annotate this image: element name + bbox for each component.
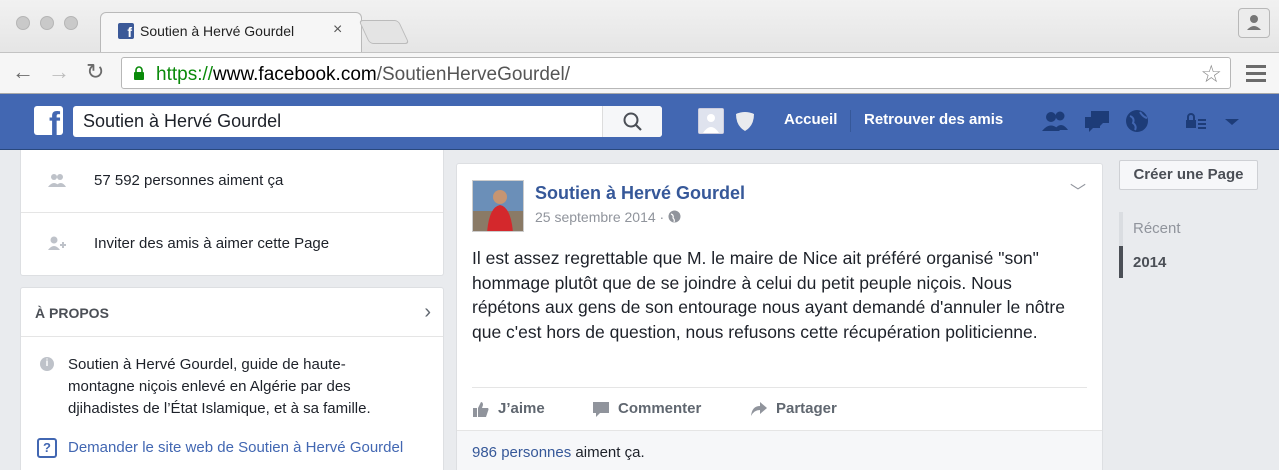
maximize-window-button[interactable] (64, 16, 78, 30)
search-input-value: Soutien à Hervé Gourdel (83, 111, 282, 131)
close-tab-icon[interactable]: × (333, 21, 342, 39)
url-text: https://www.facebook.com/SoutienHerveGou… (156, 64, 570, 85)
timeline-item-recent[interactable]: Récent (1133, 220, 1181, 237)
person-icon (1247, 15, 1261, 30)
nav-divider (850, 110, 851, 132)
friend-requests-icon[interactable] (1041, 108, 1069, 134)
facebook-top-bar: f Soutien à Hervé Gourdel Accueil Retrou… (0, 94, 1279, 150)
people-icon (48, 174, 66, 187)
search-button[interactable] (602, 106, 662, 137)
page-stats-card: 57 592 personnes aiment ça Inviter des a… (20, 150, 444, 276)
chevron-right-icon[interactable]: › (424, 301, 431, 324)
post-likes-footer: 986 personnes aiment ça. (457, 430, 1102, 470)
share-button[interactable]: Partager (776, 400, 837, 417)
person-icon (699, 109, 723, 133)
bookmark-star-icon[interactable]: ☆ (1200, 60, 1222, 89)
invite-friends-row[interactable]: Inviter des amis à aimer cette Page (21, 212, 443, 274)
timeline-item-2014[interactable]: 2014 (1133, 254, 1166, 271)
post-actions-bar: J’aime Commenter Partager (472, 387, 1087, 429)
post-text: Il est assez regrettable que M. le maire… (472, 248, 1065, 342)
add-person-icon (48, 236, 66, 250)
lock-icon (134, 66, 144, 80)
post-author-name[interactable]: Soutien à Hervé Gourdel (535, 183, 745, 204)
back-icon[interactable]: ← (12, 61, 34, 83)
comment-icon (593, 402, 609, 417)
post-card: Soutien à Hervé Gourdel 25 septembre 201… (456, 163, 1103, 470)
post-likes-link[interactable]: 986 personnes (472, 444, 571, 461)
forward-icon[interactable]: → (48, 61, 70, 83)
nav-find-friends-link[interactable]: Retrouver des amis (864, 111, 1003, 128)
help-icon: ? (37, 438, 57, 458)
tab-title: Soutien à Hervé Gourdel (140, 23, 295, 39)
notifications-globe-icon[interactable] (1123, 108, 1151, 134)
comment-button[interactable]: Commenter (618, 400, 701, 417)
share-arrow-icon (751, 402, 767, 416)
nav-home-link[interactable]: Accueil (784, 111, 837, 128)
facebook-favicon-icon: f (118, 23, 134, 39)
like-button[interactable]: J’aime (498, 400, 545, 417)
about-description: Soutien à Hervé Gourdel, guide de haute-… (68, 356, 371, 417)
post-author-avatar[interactable] (472, 180, 524, 232)
invite-friends-text: Inviter des amis à aimer cette Page (94, 235, 330, 252)
timeline-nav: Récent 2014 (1119, 212, 1259, 278)
menu-icon[interactable] (1246, 65, 1266, 83)
browser-chrome: f Soutien à Hervé Gourdel × ← → ↻ https:… (0, 0, 1279, 94)
address-bar[interactable]: https://www.facebook.com/SoutienHerveGou… (121, 57, 1231, 89)
about-title: À PROPOS (35, 305, 109, 321)
browser-toolbar: ← → ↻ https://www.facebook.com/SoutienHe… (0, 52, 1279, 94)
likes-count-row[interactable]: 57 592 personnes aiment ça (21, 150, 443, 212)
facebook-logo-icon[interactable]: f (34, 106, 63, 135)
account-dropdown-icon[interactable] (1218, 108, 1246, 134)
globe-icon (668, 210, 681, 223)
post-timestamp[interactable]: 25 septembre 2014 · (535, 209, 681, 225)
minimize-window-button[interactable] (40, 16, 54, 30)
post-options-chevron-icon[interactable]: ﹀ (1070, 178, 1086, 202)
about-card: À PROPOS › i Soutien à Hervé Gourdel, gu… (20, 287, 444, 470)
about-header[interactable]: À PROPOS › (21, 288, 443, 337)
new-tab-button[interactable] (358, 20, 410, 44)
like-thumb-icon (473, 402, 489, 417)
page-shield-icon[interactable] (733, 110, 757, 132)
profile-button[interactable] (1238, 8, 1270, 38)
profile-photo (473, 181, 523, 231)
search-input[interactable]: Soutien à Hervé Gourdel (73, 106, 662, 137)
likes-count-text: 57 592 personnes aiment ça (94, 172, 284, 189)
user-avatar[interactable] (698, 108, 724, 134)
reload-icon[interactable]: ↻ (86, 61, 104, 83)
privacy-lock-icon[interactable] (1183, 108, 1211, 134)
post-likes-summary: 986 personnes aiment ça. (472, 444, 645, 461)
messages-icon[interactable] (1083, 108, 1111, 134)
search-icon (623, 112, 642, 131)
info-icon: i (40, 357, 54, 371)
close-window-button[interactable] (16, 16, 30, 30)
create-page-button[interactable]: Créer une Page (1119, 160, 1258, 190)
timeline-active-marker (1119, 246, 1123, 278)
request-website-link[interactable]: Demander le site web de Soutien à Hervé … (68, 439, 403, 456)
